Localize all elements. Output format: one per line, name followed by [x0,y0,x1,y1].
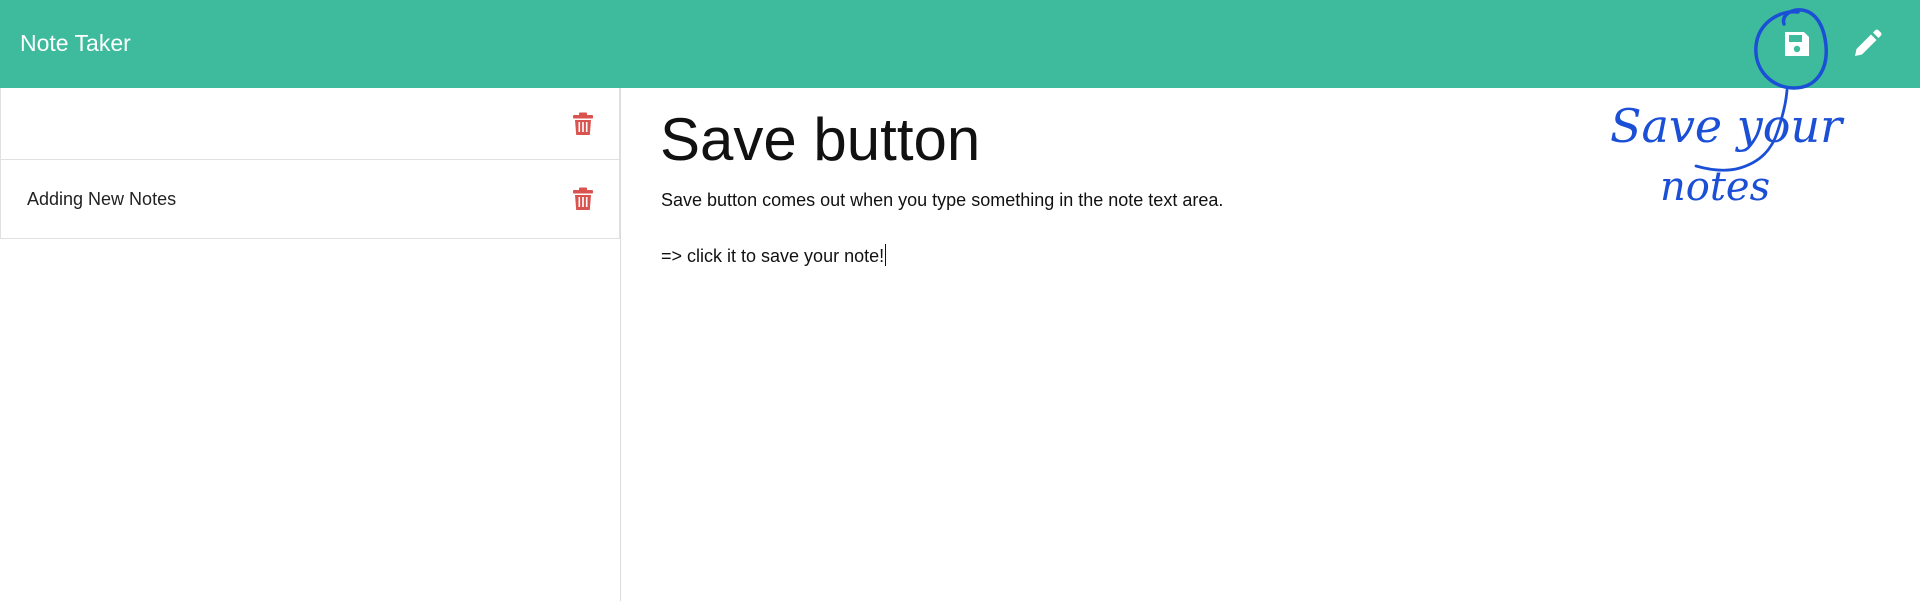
note-title-input[interactable]: Save button [660,100,1560,180]
note-editor: Save button Save button comes out when y… [660,88,1920,601]
text-caret [885,244,887,266]
note-textarea[interactable]: Save button comes out when you type some… [661,186,1661,270]
notes-sidebar: Adding New Notes [0,88,621,601]
app-title: Note Taker [20,30,131,56]
list-item[interactable]: Adding New Notes [0,160,620,239]
note-text-line: Save button comes out when you type some… [661,190,1224,210]
save-icon-graphic [1785,32,1809,56]
note-blank-line [661,214,1661,242]
list-item[interactable] [0,88,620,160]
note-text-line: => click it to save your note! [661,246,885,266]
notes-list: Adding New Notes [0,88,620,239]
pencil-icon-graphic [1855,29,1882,56]
navbar: Note Taker [0,0,1920,88]
list-item-title[interactable]: Adding New Notes [27,160,176,238]
save-icon[interactable] [1775,22,1819,66]
pencil-icon[interactable] [1845,22,1889,66]
trash-icon[interactable] [571,186,595,212]
note-text-line-cursor: => click it to save your note! [661,242,1661,270]
trash-icon[interactable] [571,111,595,137]
